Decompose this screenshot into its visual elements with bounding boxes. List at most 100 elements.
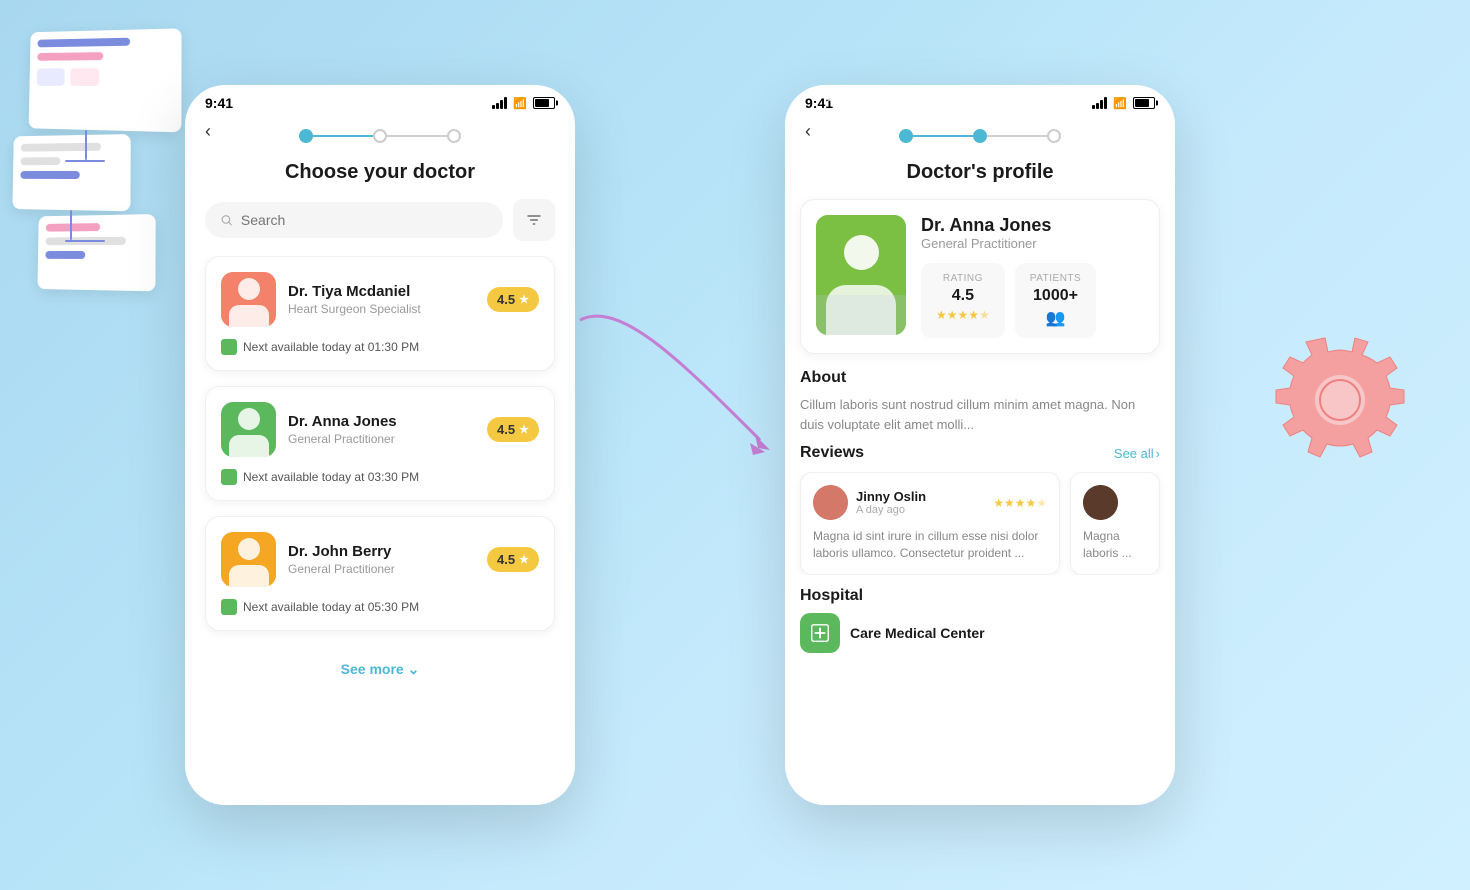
review-card-1: Jinny Oslin A day ago ★★★★★ Magna id sin…: [800, 472, 1060, 575]
review-text-1: Magna id sint irure in cillum esse nisi …: [813, 528, 1047, 562]
profile-stats: RATING 4.5 ★★★★★ PATIENTS 1000+ 👥: [921, 263, 1144, 338]
search-input-wrapper[interactable]: [205, 202, 503, 238]
about-text: Cillum laboris sunt nostrud cillum minim…: [800, 395, 1160, 434]
stepper-left: [299, 129, 461, 143]
gear-icon: [1240, 300, 1440, 500]
step-3-right: [1047, 129, 1061, 143]
wifi-icon-right: 📶: [1113, 97, 1127, 110]
status-icons-left: 📶: [492, 97, 555, 110]
review-card-2: Magna laboris ...: [1070, 472, 1160, 575]
stepper-right: [899, 129, 1061, 143]
rating-value: 4.5: [936, 287, 990, 305]
doctor-name-2: Dr. Anna Jones: [288, 413, 397, 430]
time-left: 9:41: [205, 95, 233, 111]
status-bar-left: 9:41 📶: [185, 85, 575, 111]
doctor-list: Dr. Tiya Mcdaniel Heart Surgeon Speciali…: [185, 256, 575, 646]
hospital-title: Hospital: [800, 587, 1160, 605]
doctor-specialty-3: General Practitioner: [288, 562, 395, 576]
search-input[interactable]: [241, 212, 488, 228]
doctor-info-3: Dr. John Berry General Practitioner: [221, 532, 395, 587]
doctor-card-3[interactable]: Dr. John Berry General Practitioner 4.5 …: [205, 516, 555, 631]
doctor-avatar-3: [221, 532, 276, 587]
rating-label: RATING: [936, 273, 990, 284]
doctor-name-1: Dr. Tiya Mcdaniel: [288, 283, 421, 300]
back-button-right[interactable]: ‹: [805, 121, 811, 142]
patients-icon: 👥: [1030, 308, 1081, 328]
rating-stars: ★★★★★: [936, 308, 990, 322]
rating-badge-3: 4.5 ★: [487, 547, 539, 572]
step-3-left: [447, 129, 461, 143]
step-line-1-right: [913, 135, 973, 137]
connector-line-3: [65, 160, 105, 162]
rating-badge-1: 4.5 ★: [487, 287, 539, 312]
step-1-left: [299, 129, 313, 143]
rating-badge-2: 4.5 ★: [487, 417, 539, 442]
phone-right: 9:41 📶 ‹ Doctor's profile: [785, 85, 1175, 805]
hospital-item: Care Medical Center: [800, 613, 1160, 653]
search-icon: [220, 213, 233, 227]
doctor-info-1: Dr. Tiya Mcdaniel Heart Surgeon Speciali…: [221, 272, 421, 327]
status-bar-right: 9:41 📶: [785, 85, 1175, 111]
patients-stat-box: PATIENTS 1000+ 👥: [1015, 263, 1096, 338]
connecting-arrow: [560, 280, 820, 500]
filter-button[interactable]: [513, 199, 555, 241]
wireframe-card-1: [29, 28, 182, 132]
decorative-wireframes: [5, 5, 205, 325]
reviews-header: Reviews See all ›: [800, 444, 1160, 462]
filter-icon: [526, 212, 542, 228]
patients-label: PATIENTS: [1030, 273, 1081, 284]
star-icon-3: ★: [519, 553, 529, 566]
review-date-1: A day ago: [856, 504, 926, 516]
see-more-button[interactable]: See more ⌄: [185, 646, 575, 693]
reviewer-avatar-2: [1083, 485, 1118, 520]
doctor-card-2[interactable]: Dr. Anna Jones General Practitioner 4.5 …: [205, 386, 555, 501]
profile-avatar: [816, 215, 906, 335]
doctor-info-2: Dr. Anna Jones General Practitioner: [221, 402, 397, 457]
profile-card: Dr. Anna Jones General Practitioner RATI…: [800, 199, 1160, 354]
see-all-link[interactable]: See all ›: [1114, 446, 1160, 461]
doctor-specialty-2: General Practitioner: [288, 432, 397, 446]
signal-icon: [492, 97, 507, 109]
battery-icon: [533, 97, 555, 109]
reviews-scroll: Jinny Oslin A day ago ★★★★★ Magna id sin…: [785, 472, 1175, 575]
step-line-2-left: [387, 135, 447, 137]
review-text-2: Magna laboris ...: [1083, 528, 1147, 562]
step-line-1-left: [313, 135, 373, 137]
connector-line-2: [70, 210, 72, 240]
gear-decoration: [1240, 300, 1440, 500]
calendar-icon-2: [221, 469, 237, 485]
screen-title-right: Doctor's profile: [805, 161, 1155, 184]
step-2-right: [973, 129, 987, 143]
calendar-icon-3: [221, 599, 237, 615]
step-2-left: [373, 129, 387, 143]
status-icons-right: 📶: [1092, 97, 1155, 110]
review-stars-1: ★★★★★: [993, 496, 1047, 510]
screen-title-left: Choose your doctor: [205, 161, 555, 184]
wifi-icon: 📶: [513, 97, 527, 110]
step-line-2-right: [987, 135, 1047, 137]
doctor-card-1[interactable]: Dr. Tiya Mcdaniel Heart Surgeon Speciali…: [205, 256, 555, 371]
reviewer-name-1: Jinny Oslin: [856, 489, 926, 504]
back-button-left[interactable]: ‹: [205, 121, 211, 142]
reviewer-avatar-1: [813, 485, 848, 520]
signal-icon-right: [1092, 97, 1107, 109]
star-icon-2: ★: [519, 423, 529, 436]
doctor-name-3: Dr. John Berry: [288, 543, 395, 560]
step-1-right: [899, 129, 913, 143]
profile-doctor-specialty: General Practitioner: [921, 236, 1144, 251]
patients-value: 1000+: [1030, 287, 1081, 305]
rating-stat-box: RATING 4.5 ★★★★★: [921, 263, 1005, 338]
reviews-title: Reviews: [800, 444, 864, 462]
reviewer-info-1: Jinny Oslin A day ago: [813, 485, 926, 520]
battery-icon-right: [1133, 97, 1155, 109]
hospital-name: Care Medical Center: [850, 625, 985, 641]
hospital-icon: [800, 613, 840, 653]
connector-line-1: [85, 130, 87, 160]
doctor-avatar-2: [221, 402, 276, 457]
phone-left: 9:41 📶 ‹ Choose your doctor: [185, 85, 575, 805]
available-time-2: Next available today at 03:30 PM: [221, 469, 539, 485]
doctor-avatar-1: [221, 272, 276, 327]
connector-line-4: [65, 240, 105, 242]
star-icon-1: ★: [519, 293, 529, 306]
profile-doctor-name: Dr. Anna Jones: [921, 215, 1144, 236]
